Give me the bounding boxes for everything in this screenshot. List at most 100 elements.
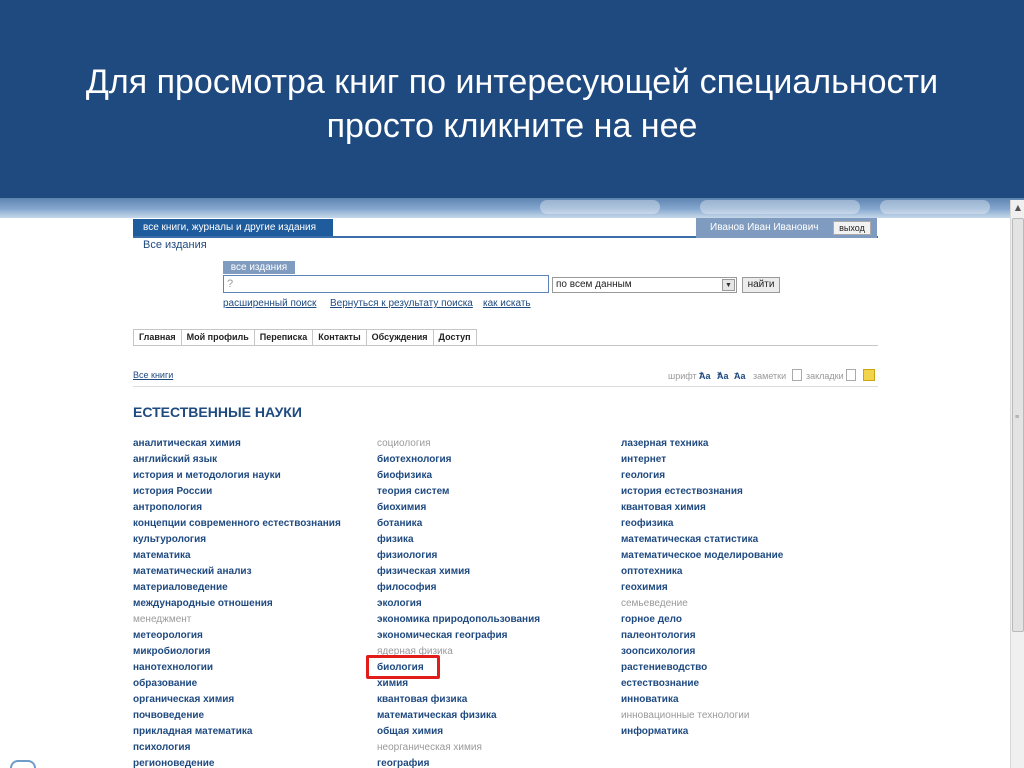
- subject-link[interactable]: экономика природопользования: [377, 612, 540, 628]
- banner-cloud: [540, 200, 660, 214]
- subject-link[interactable]: квантовая физика: [377, 692, 540, 708]
- subject-link[interactable]: растениеводство: [621, 660, 783, 676]
- subject-link[interactable]: математическая физика: [377, 708, 540, 724]
- back-to-results-link[interactable]: Вернуться к результату поиска: [330, 298, 473, 309]
- subject-link[interactable]: палеонтология: [621, 628, 783, 644]
- subject-link[interactable]: почвоведение: [133, 708, 341, 724]
- scrollbar[interactable]: ▲ ≡: [1010, 200, 1024, 768]
- subject-link[interactable]: биохимия: [377, 500, 540, 516]
- subject-link[interactable]: физиология: [377, 548, 540, 564]
- how-to-search-link[interactable]: как искать: [483, 298, 531, 309]
- notes-label[interactable]: заметки: [753, 371, 786, 381]
- scroll-up-icon[interactable]: ▲: [1012, 201, 1024, 215]
- subject-link[interactable]: прикладная математика: [133, 724, 341, 740]
- subject-link[interactable]: культурология: [133, 532, 341, 548]
- subject-link[interactable]: история и методология науки: [133, 468, 341, 484]
- grip-icon: ≡: [1015, 414, 1020, 421]
- bookmarks-label[interactable]: закладки: [806, 371, 844, 381]
- subject-link[interactable]: геохимия: [621, 580, 783, 596]
- subject-column-3: лазерная техника интернет геология история …: [621, 436, 783, 740]
- font-reset-icon[interactable]: Aa ×: [717, 371, 729, 382]
- subject-link[interactable]: международные отношения: [133, 596, 341, 612]
- subject-link[interactable]: история России: [133, 484, 341, 500]
- subject-link[interactable]: интернет: [621, 452, 783, 468]
- subject-link[interactable]: материаловедение: [133, 580, 341, 596]
- tab-messages[interactable]: Переписка: [253, 329, 313, 346]
- subject-link[interactable]: зоопсихология: [621, 644, 783, 660]
- font-decrease-glyph: Aa: [734, 371, 746, 381]
- search-scope-value: по всем данным: [556, 279, 632, 290]
- subject-link[interactable]: семьеведение: [621, 596, 783, 612]
- reading-tools: шрифт Aa + Aa × Aa − заметки закладки: [668, 368, 878, 384]
- slide-title: Для просмотра книг по интересующей специ…: [0, 60, 1024, 148]
- slide-title-line-1: Для просмотра книг по интересующей специ…: [85, 63, 939, 101]
- font-increase-icon[interactable]: Aa +: [699, 371, 711, 382]
- subject-link[interactable]: нанотехнологии: [133, 660, 341, 676]
- subject-link[interactable]: математический анализ: [133, 564, 341, 580]
- subject-link[interactable]: аналитическая химия: [133, 436, 341, 452]
- chevron-down-icon[interactable]: ▼: [722, 279, 735, 291]
- subject-link[interactable]: оптотехника: [621, 564, 783, 580]
- subject-link[interactable]: образование: [133, 676, 341, 692]
- subject-link[interactable]: психология: [133, 740, 341, 756]
- subject-link[interactable]: геология: [621, 468, 783, 484]
- subject-link[interactable]: инноватика: [621, 692, 783, 708]
- search-input[interactable]: ?: [223, 275, 549, 293]
- tab-home[interactable]: Главная: [133, 329, 181, 346]
- subject-link[interactable]: информатика: [621, 724, 783, 740]
- notes-icon[interactable]: [792, 369, 802, 381]
- subject-link[interactable]: английский язык: [133, 452, 341, 468]
- subject-link[interactable]: экономическая география: [377, 628, 540, 644]
- subject-link[interactable]: физическая химия: [377, 564, 540, 580]
- tab-contacts[interactable]: Контакты: [312, 329, 366, 346]
- subject-column-2: социология биотехнология биофизика теория с…: [377, 436, 540, 768]
- subject-link[interactable]: биотехнология: [377, 452, 540, 468]
- tab-access[interactable]: Доступ: [432, 329, 477, 346]
- subject-link[interactable]: концепции современного естествознания: [133, 516, 341, 532]
- bookmark-yellow-icon[interactable]: [863, 369, 875, 381]
- subject-link[interactable]: социология: [377, 436, 540, 452]
- subject-link[interactable]: философия: [377, 580, 540, 596]
- subject-link[interactable]: лазерная техника: [621, 436, 783, 452]
- subject-link[interactable]: ботаника: [377, 516, 540, 532]
- logout-button[interactable]: выход: [833, 221, 871, 235]
- subject-link[interactable]: регионоведение: [133, 756, 341, 768]
- subject-link[interactable]: экология: [377, 596, 540, 612]
- scrollbar-thumb[interactable]: ≡: [1012, 218, 1024, 632]
- subject-link[interactable]: микробиология: [133, 644, 341, 660]
- subject-link[interactable]: география: [377, 756, 540, 768]
- banner-cloud: [880, 200, 990, 214]
- font-decrease-icon[interactable]: Aa −: [734, 371, 746, 382]
- subject-link[interactable]: математическое моделирование: [621, 548, 783, 564]
- subject-link[interactable]: органическая химия: [133, 692, 341, 708]
- subject-link[interactable]: квантовая химия: [621, 500, 783, 516]
- tab-my-profile[interactable]: Мой профиль: [180, 329, 254, 346]
- advanced-search-link[interactable]: расширенный поиск: [223, 298, 316, 309]
- subject-link[interactable]: история естествознания: [621, 484, 783, 500]
- main-nav: Главная Мой профиль Переписка Контакты О…: [133, 329, 477, 346]
- all-publications-tab[interactable]: все книги, журналы и другие издания: [133, 219, 333, 237]
- search-button[interactable]: найти: [742, 277, 780, 293]
- bookmark-icon[interactable]: [846, 369, 856, 381]
- tab-discussions[interactable]: Обсуждения: [365, 329, 433, 346]
- subject-link[interactable]: математика: [133, 548, 341, 564]
- subject-link[interactable]: горное дело: [621, 612, 783, 628]
- subject-link[interactable]: естествознание: [621, 676, 783, 692]
- subject-link[interactable]: теория систем: [377, 484, 540, 500]
- subject-link[interactable]: биофизика: [377, 468, 540, 484]
- subject-link[interactable]: неорганическая химия: [377, 740, 540, 756]
- slide-title-line-2: просто кликните на нее: [326, 107, 698, 145]
- font-reset-glyph: Aa: [717, 371, 729, 381]
- search-scope-tab[interactable]: все издания: [223, 261, 295, 274]
- subject-link[interactable]: инновационные технологии: [621, 708, 783, 724]
- search-scope-select[interactable]: по всем данным ▼: [552, 277, 737, 293]
- subject-link[interactable]: математическая статистика: [621, 532, 783, 548]
- breadcrumb[interactable]: Все книги: [133, 370, 173, 380]
- subject-link[interactable]: антропология: [133, 500, 341, 516]
- user-panel: Иванов Иван Иванович выход: [696, 218, 877, 238]
- subject-link[interactable]: физика: [377, 532, 540, 548]
- subject-link[interactable]: метеорология: [133, 628, 341, 644]
- subject-link[interactable]: геофизика: [621, 516, 783, 532]
- subject-link[interactable]: общая химия: [377, 724, 540, 740]
- subject-link[interactable]: менеджмент: [133, 612, 341, 628]
